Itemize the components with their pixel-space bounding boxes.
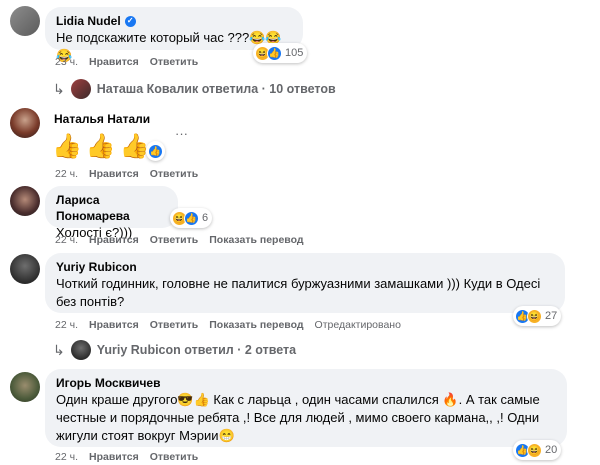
reply-button[interactable]: Ответить: [150, 319, 199, 331]
reaction-count: 20: [545, 444, 558, 456]
comment-author[interactable]: Лариса Пономарева: [56, 192, 167, 224]
reaction-summary[interactable]: 👍: [146, 141, 165, 161]
reaction-summary[interactable]: 👍 😆 20: [513, 440, 562, 460]
comment-actions: 23 ч. Нравится Ответить: [55, 56, 198, 68]
reaction-count: 27: [545, 310, 558, 322]
reply-button[interactable]: Ответить: [150, 168, 199, 180]
comment-actions: 22 ч. Нравится Ответить: [55, 451, 198, 463]
reaction-count: 105: [285, 47, 304, 59]
avatar[interactable]: [10, 372, 40, 402]
replies-link[interactable]: Yuriy Rubicon ответил · 2 ответа: [97, 343, 296, 357]
like-button[interactable]: Нравится: [89, 56, 139, 68]
reply-button[interactable]: Ответить: [150, 234, 199, 246]
comment-text: честные и порядочные ребята ,! Все для л…: [56, 410, 540, 425]
comment-author[interactable]: Наталья Натали: [54, 112, 150, 126]
reaction-summary[interactable]: 😆 👍 6: [170, 208, 213, 228]
like-icon: 👍: [267, 45, 282, 61]
comment-author[interactable]: Игорь Москвичев: [56, 375, 556, 391]
view-replies[interactable]: ↳ Yuriy Rubicon ответил · 2 ответа: [53, 340, 296, 360]
haha-icon: 😆: [527, 442, 542, 458]
translate-button[interactable]: Показать перевод: [209, 319, 303, 331]
avatar[interactable]: [10, 186, 40, 216]
translate-button[interactable]: Показать перевод: [209, 234, 303, 246]
comment-text: жигули стоят вокруг Мэрии😁: [56, 428, 235, 443]
comment-time[interactable]: 23 ч.: [55, 56, 78, 68]
view-replies[interactable]: ↳ Наташа Ковалик ответила · 10 ответов: [53, 79, 336, 99]
comment-text: Один краше другого😎👍 Как с ларьца , один…: [56, 392, 540, 407]
reaction-count: 6: [202, 212, 209, 224]
reply-button[interactable]: Ответить: [150, 451, 199, 463]
comment-actions: 22 ч. Нравится Ответить Показать перевод…: [55, 319, 401, 331]
comment-bubble: Игорь Москвичев Один краше другого😎👍 Как…: [45, 369, 567, 447]
comment-actions: 22 ч. Нравится Ответить Показать перевод: [55, 234, 304, 246]
comment-bubble: Лариса Пономарева Холості є?))): [45, 186, 178, 240]
avatar: [70, 340, 91, 360]
haha-icon: 😆: [527, 308, 542, 324]
avatar[interactable]: [10, 254, 40, 284]
comment-author[interactable]: Lidia Nudel: [56, 13, 121, 29]
reply-arrow-icon: ↳: [53, 341, 65, 358]
comment-text: без понтів?: [56, 294, 125, 309]
like-icon: 👍: [148, 143, 163, 159]
like-button[interactable]: Нравится: [89, 451, 139, 463]
comment-author[interactable]: Yuriy Rubicon: [56, 259, 554, 275]
comment-bubble: Yuriy Rubicon Чоткий годинник, головне н…: [45, 253, 565, 313]
reaction-summary[interactable]: 😆 👍 105: [253, 43, 308, 63]
like-button[interactable]: Нравится: [89, 168, 139, 180]
avatar: [70, 79, 91, 99]
comment-time[interactable]: 22 ч.: [55, 234, 78, 246]
comment-actions: 22 ч. Нравится Ответить: [55, 168, 198, 180]
like-icon: 👍: [184, 210, 199, 226]
avatar[interactable]: [10, 108, 40, 138]
like-button[interactable]: Нравится: [89, 234, 139, 246]
reply-arrow-icon: ↳: [53, 80, 65, 97]
like-button[interactable]: Нравится: [89, 319, 139, 331]
comment-time[interactable]: 22 ч.: [55, 451, 78, 463]
edited-label: Отредактировано: [314, 319, 401, 331]
avatar[interactable]: [10, 6, 40, 36]
reply-button[interactable]: Ответить: [150, 56, 199, 68]
reaction-summary[interactable]: 👍 😆 27: [513, 306, 562, 326]
replies-link[interactable]: Наташа Ковалик ответила · 10 ответов: [97, 82, 336, 96]
verified-icon: ✓: [124, 15, 136, 27]
comment-text: 👍👍👍: [52, 132, 154, 161]
comment-text: Чоткий годинник, головне не палитися бур…: [56, 276, 541, 291]
thumbs-up-emoji: 👍👍👍: [52, 133, 154, 160]
comment-time[interactable]: 22 ч.: [55, 168, 78, 180]
more-options-icon[interactable]: ···: [175, 126, 188, 141]
comment-time[interactable]: 22 ч.: [55, 319, 78, 331]
